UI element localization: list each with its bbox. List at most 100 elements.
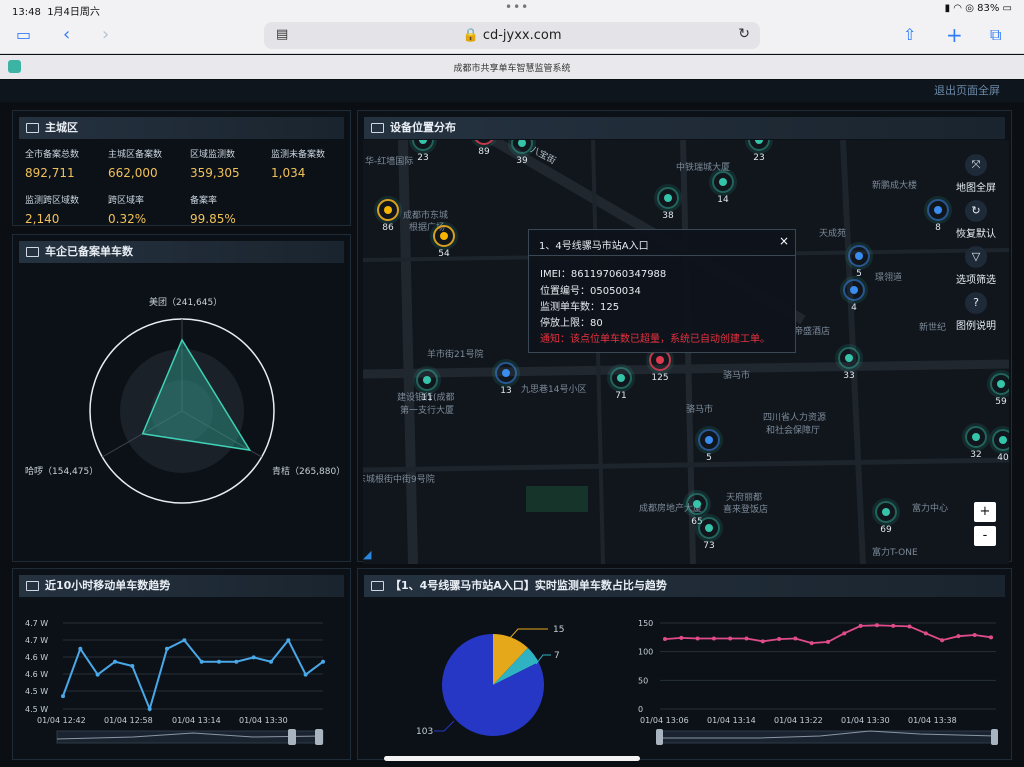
pie-label: 15 [553,625,564,635]
bike-marker[interactable]: 38 [657,187,679,221]
map-poi: 羊市街21号院 [427,350,484,360]
x-tick-label: 01/04 13:06 [640,716,689,725]
bike-marker[interactable]: 71 [610,367,632,401]
map-poi: 富力中心 [912,504,949,514]
data-point [679,635,684,640]
stat-item: 全市备案总数 892,711 [25,150,80,180]
marker-popup: 1、4号线骡马市站A入口 × IMEI：861197060347988 位置编号… [528,229,796,353]
status-time: 13:48 1月4日周六 [12,7,100,18]
bike-marker[interactable]: 40 [992,429,1009,463]
map-logo-icon: ◢ [363,548,372,561]
data-point [234,659,239,664]
bike-marker[interactable]: 11 [416,369,438,403]
address-bar[interactable]: ▤ 🔒 cd-jyxx.com ↻ [264,22,760,49]
trend-line-chart: 4.7 W 4.7 W 4.6 W 4.6 W 4.5 W 4.5 W 01/04 12:4… [25,619,325,745]
bike-marker[interactable]: 4 [843,279,865,313]
y-tick-label: 100 [638,648,653,657]
sidebar-icon[interactable]: ▭ [16,26,31,44]
data-point [809,641,814,646]
chart-icon [26,123,39,133]
browser-toolbar: ▭ ‹ › ▤ 🔒 cd-jyxx.com ↻ ⇧ + ⧉ [0,18,1024,54]
chart-icon [371,581,384,591]
map-legend-button[interactable]: ? 图例说明 [943,292,1009,332]
map-poi: 富力T-ONE [872,548,918,558]
stat-item: 监测跨区域数 2,140 [25,196,80,226]
bike-marker[interactable]: 14 [712,171,734,205]
exit-fullscreen-link[interactable]: 退出页面全屏 [934,82,1000,98]
map-poi: 骆马市 [723,371,751,381]
data-point [793,636,798,641]
main-district-panel: 主城区 全市备案总数 892,711 主城区备案数 662,000 区域监测数 359… [12,110,351,226]
station-pie-chart: 15 7 103 [416,625,564,737]
data-point [989,635,993,640]
bike-marker[interactable]: 33 [838,347,860,381]
data-point [728,636,733,641]
popup-title: 1、4号线骡马市站A入口 [539,241,649,252]
new-tab-icon[interactable]: + [946,25,963,45]
y-tick-label: 150 [638,619,653,628]
map-reset-button[interactable]: ↻ 恢复默认 [943,200,1009,240]
zoom-out-button[interactable]: - [974,526,996,546]
station-panel: 【1、4号线骡马市站A入口】实时监测单车数占比与趋势 15 7 103 150 100… [357,568,1012,760]
data-point [956,634,961,639]
zoom-handle [991,729,998,745]
map-fullscreen-button[interactable]: ⤧ 地图全屏 [943,154,1009,194]
home-indicator[interactable] [384,756,640,761]
bike-marker[interactable]: 86 [377,199,399,233]
popup-notice: 通知：该点位单车数已超量，系统已自动创建工单。 [540,334,770,345]
bike-marker[interactable]: 65 [686,493,708,527]
y-tick-label: 0 [638,705,643,714]
dashboard-header: 退出页面全屏 [0,80,1024,102]
tab-title[interactable]: 成都市共享单车智慧监管系统 [0,61,1024,74]
map-filter-button[interactable]: ▽ 选项筛选 [943,246,1009,286]
tab-strip: 成都市共享单车智慧监管系统 [0,55,1024,79]
panel-title: 【1、4号线骡马市站A入口】实时监测单车数占比与趋势 [364,575,1005,597]
pie-label: 103 [416,727,433,737]
map-poi: 第一支行大厦 [400,406,455,416]
y-tick-label: 4.5 W [25,687,48,696]
data-point [78,646,83,651]
bike-marker[interactable]: 59 [990,373,1009,407]
popup-close-button[interactable]: × [779,234,789,248]
bike-marker[interactable]: 54 [433,225,455,259]
forward-icon[interactable]: › [102,26,109,44]
x-tick-label: 01/04 13:14 [707,716,756,725]
bike-marker[interactable]: 13 [495,362,517,396]
data-point [858,623,863,628]
popup-imei: IMEI：861197060347988 [540,269,667,280]
dashboard: 退出页面全屏 主城区 全市备案总数 892,711 主城区备案数 662,000 区… [0,80,1024,767]
data-point [269,659,273,664]
bike-marker[interactable]: 69 [875,501,897,535]
data-point [744,636,749,641]
chart-icon [26,581,39,591]
bike-marker[interactable]: 5 [848,245,870,279]
data-point [891,623,896,628]
chart-icon [371,123,384,133]
reload-icon[interactable]: ↻ [738,26,750,42]
data-point [303,672,308,677]
x-tick-label: 01/04 13:30 [239,716,288,725]
back-icon[interactable]: ‹ [63,26,70,44]
trend-panel: 近10小时移动单车数趋势 4.7 W 4.7 W 4.6 W 4.6 W 4.5 W 4.… [12,568,351,760]
bike-marker[interactable]: 32 [965,426,987,460]
companies-panel: 车企已备案单车数 美团（241,645） 青桔（265,880） 哈啰（154,… [12,234,351,562]
tabs-icon[interactable]: ⧉ [990,26,1001,44]
pie-label-line [509,628,548,639]
data-point [695,636,700,641]
share-icon[interactable]: ⇧ [903,26,916,44]
stat-item: 主城区备案数 662,000 [108,150,163,180]
panel-title: 近10小时移动单车数趋势 [19,575,344,597]
refresh-icon: ↻ [965,200,987,222]
fullscreen-icon: ⤧ [965,154,987,176]
y-tick-label: 4.7 W [25,619,48,628]
bike-marker[interactable]: 5 [698,429,720,463]
data-point [777,637,782,642]
station-line-chart: 150 100 50 0 01/04 13:06 01/04 13:14 01/04 13:… [638,619,998,745]
data-zoom-slider [659,730,997,744]
bike-marker[interactable]: 73 [698,517,720,551]
multitask-dots[interactable]: ••• [505,0,529,14]
y-tick-label: 4.7 W [25,636,48,645]
data-point [182,638,187,643]
series-line [62,638,324,713]
zoom-in-button[interactable]: + [974,502,996,522]
